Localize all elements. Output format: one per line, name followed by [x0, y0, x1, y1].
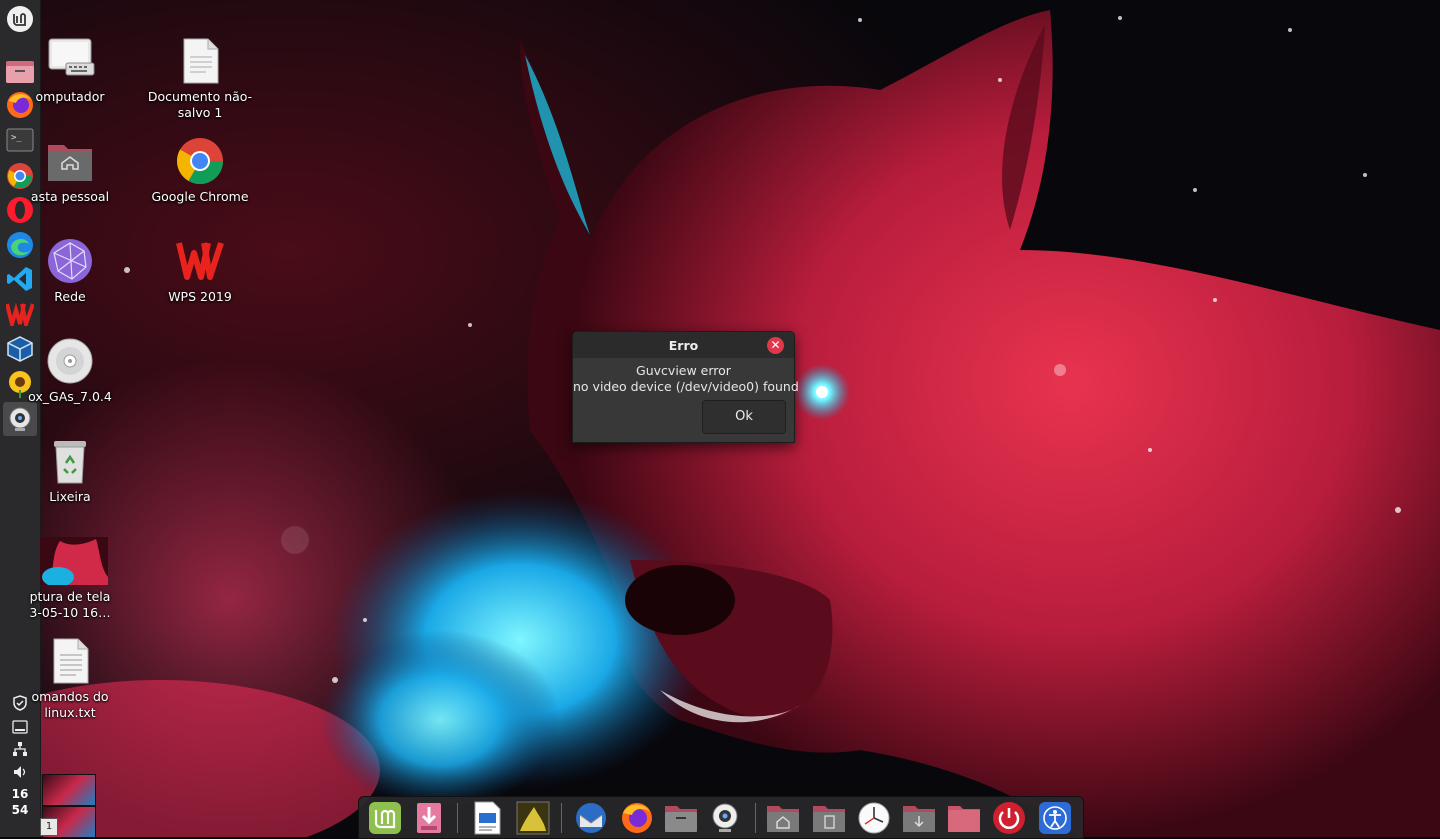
network-globe-icon — [46, 237, 94, 285]
close-icon[interactable]: ✕ — [767, 337, 784, 354]
writer-document-icon[interactable] — [469, 800, 505, 836]
documents-folder-icon[interactable] — [811, 800, 847, 836]
desktop-icon-computer[interactable]: omputador — [10, 37, 130, 105]
desktop-icon-label: omputador — [35, 89, 105, 104]
chrome-icon — [176, 137, 224, 185]
desktop-icon-label: Google Chrome — [151, 189, 249, 204]
folder-icon[interactable] — [946, 800, 982, 836]
document-icon — [176, 37, 224, 85]
image-viewer-icon[interactable] — [515, 800, 551, 836]
disc-icon — [46, 337, 94, 385]
firefox-icon[interactable] — [619, 800, 655, 836]
desktop-icon-label: WPS 2019 — [168, 289, 232, 304]
dialog-titlebar[interactable]: Erro ✕ — [573, 332, 794, 358]
desktop-icon-label: omandos do linux.txt — [31, 689, 109, 720]
desktop-icon-trash[interactable]: Lixeira — [10, 437, 130, 505]
home-folder-icon[interactable] — [765, 800, 801, 836]
mint-menu-icon[interactable] — [367, 800, 403, 836]
wps-icon — [176, 237, 224, 285]
screenshot-thumbnail — [40, 537, 108, 587]
dialog-message-line1: Guvcview error — [636, 363, 731, 378]
dock — [358, 796, 1084, 839]
menu-icon[interactable] — [3, 2, 37, 36]
text-file-icon — [46, 637, 94, 685]
thunderbird-icon[interactable] — [573, 800, 609, 836]
dock-separator — [561, 803, 562, 833]
computer-icon — [46, 37, 95, 85]
dock-separator — [457, 803, 458, 833]
dock-separator — [755, 803, 756, 833]
workspace-number: 1 — [40, 818, 58, 836]
desktop-icon-chrome[interactable]: Google Chrome — [140, 137, 260, 205]
network-icon[interactable] — [0, 738, 40, 760]
dialog-message-line2: no video device (/dev/video0) found — [573, 379, 799, 394]
download-archive-icon[interactable] — [411, 800, 447, 836]
desktop-icon-label: asta pessoal — [30, 189, 110, 204]
desktop-icon-label: Rede — [54, 289, 86, 304]
clock[interactable]: 16 54 — [0, 786, 40, 818]
desktop-icon-disc[interactable]: ox_GAs_7.0.4 — [10, 337, 130, 405]
accessibility-icon[interactable] — [1037, 800, 1073, 836]
files-icon[interactable] — [663, 800, 699, 836]
desktop-icon-label: Documento não- salvo 1 — [147, 89, 253, 120]
webcam-icon[interactable] — [707, 800, 743, 836]
dialog-title: Erro — [668, 338, 699, 353]
clock-icon[interactable] — [856, 800, 892, 836]
desktop-icon-wps[interactable]: WPS 2019 — [140, 237, 260, 305]
downloads-folder-icon[interactable] — [901, 800, 937, 836]
desktop-icon-screenshot[interactable]: ptura de tela 3-05-10 16… — [10, 537, 130, 621]
power-icon[interactable] — [991, 800, 1027, 836]
ok-button[interactable]: Ok — [702, 400, 786, 434]
desktop-icon-label: Lixeira — [49, 489, 91, 504]
workspace-thumbnail[interactable] — [42, 774, 96, 806]
desktop-icon-network[interactable]: Rede — [10, 237, 130, 305]
clock-hour: 16 — [11, 787, 29, 801]
desktop-icon-label: ptura de tela 3-05-10 16… — [29, 589, 111, 620]
volume-icon[interactable] — [0, 761, 40, 783]
desktop-icon-document[interactable]: Documento não- salvo 1 — [140, 37, 260, 121]
clock-minute: 54 — [11, 803, 29, 817]
webcam-icon[interactable] — [3, 402, 37, 436]
desktop-icon-home[interactable]: asta pessoal — [10, 137, 130, 205]
desktop-icon-label: ox_GAs_7.0.4 — [28, 389, 112, 404]
error-dialog: Erro ✕ Guvcview error no video device (/… — [572, 331, 799, 443]
desktop-icon-textfile[interactable]: omandos do linux.txt — [10, 637, 130, 721]
trash-icon — [46, 437, 94, 485]
home-folder-icon — [46, 137, 94, 185]
